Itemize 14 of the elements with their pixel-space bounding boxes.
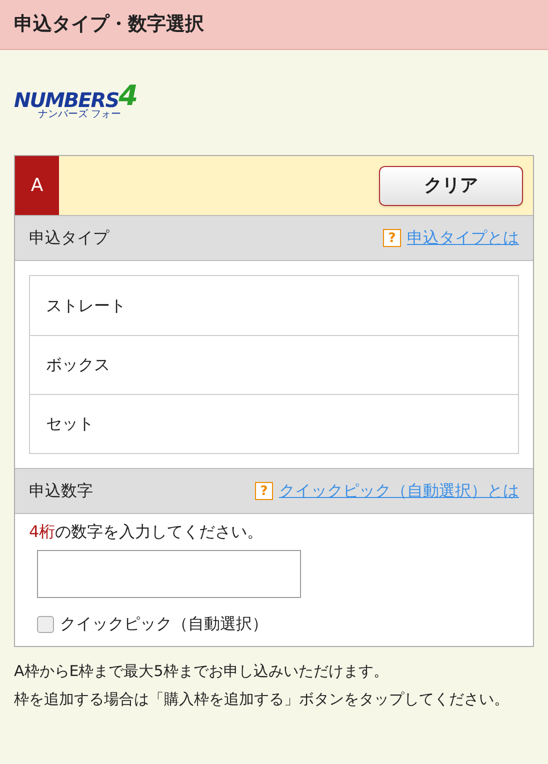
- section-title: 申込タイプ: [29, 227, 109, 249]
- note-text: A枠からE枠まで最大5枠までお申し込みいただけます。: [14, 661, 390, 682]
- help-icon: ?: [383, 229, 401, 247]
- logo: NUMBERS4 ナンバーズ フォー: [14, 82, 138, 120]
- help-icon: ?: [255, 482, 273, 500]
- note-text: 枠を追加する場合は「購入枠を追加する」ボタンをタップしてください。: [14, 689, 510, 710]
- clear-button[interactable]: クリア: [379, 166, 523, 206]
- page-title: 申込タイプ・数字選択: [14, 12, 204, 38]
- slot-label: A: [15, 156, 59, 215]
- quick-pick-checkbox[interactable]: [37, 616, 54, 632]
- quick-pick-label: クイックピック（自動選択）: [60, 613, 268, 635]
- number-input[interactable]: [37, 550, 301, 598]
- section-title: 申込数字: [29, 480, 93, 502]
- input-prompt: 4桁の数字を入力してください。: [29, 521, 264, 543]
